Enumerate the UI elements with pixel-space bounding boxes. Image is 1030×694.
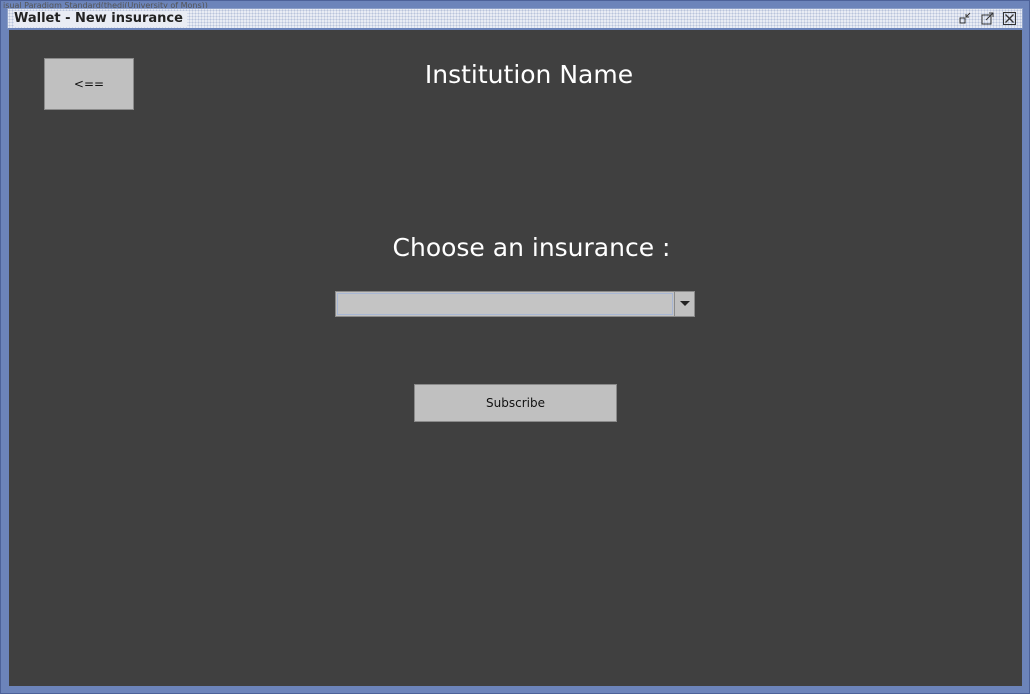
institution-name-heading: Institution Name [424,60,634,89]
subscribe-button[interactable]: Subscribe [414,384,617,422]
window-frame: isual Paradigm Standard(thedi(University… [0,0,1030,694]
maximize-icon [981,12,994,25]
main-panel: <== Institution Name Choose an insurance… [9,30,1022,686]
title-bar[interactable]: Wallet - New insurance [7,8,1023,29]
insurance-select-value[interactable] [337,293,673,315]
minimize-icon [959,12,971,24]
close-button[interactable] [1002,11,1017,26]
insurance-select[interactable] [335,291,695,317]
window-title: Wallet - New insurance [14,11,187,27]
maximize-button[interactable] [980,11,995,26]
minimize-button[interactable] [958,11,973,26]
chevron-down-icon [679,301,690,306]
close-icon [1003,12,1016,25]
choose-insurance-label: Choose an insurance : [392,233,671,262]
insurance-select-arrow-button[interactable] [674,292,694,316]
